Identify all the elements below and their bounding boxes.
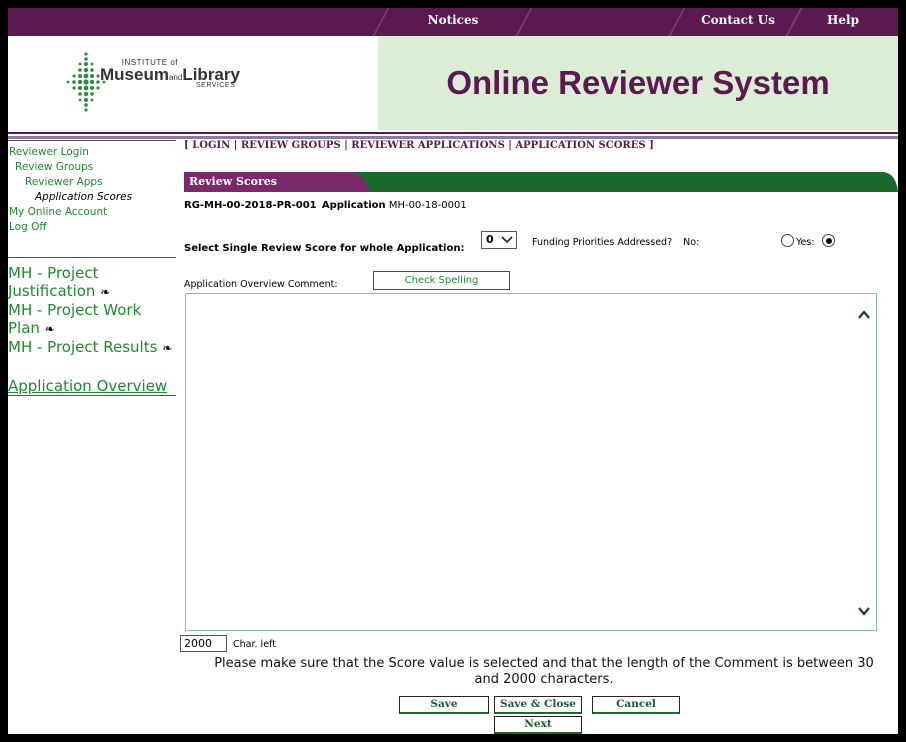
site-header: INSTITUTE of MuseumandLibrary SERVICES O… [8,36,898,130]
sidebar-divider [8,140,176,141]
sidebar-link-my-online-account[interactable]: My Online Account [9,206,176,218]
breadcrumb-application-scores[interactable]: APPLICATION SCORES [515,140,645,151]
chars-left-label: Char. left [233,639,276,650]
scroll-up-icon[interactable] [858,310,870,319]
site-title: Online Reviewer System [446,64,830,101]
section-title: Review Scores [189,175,277,188]
nav-separator [668,8,686,36]
logo-museum-word: Museum [100,65,169,84]
comment-textarea[interactable] [185,293,877,631]
pin-icon: ❧ [162,341,173,355]
breadcrumb-reviewer-applications[interactable]: REVIEWER APPLICATIONS [351,140,505,151]
funding-yes-radio[interactable] [822,234,835,247]
sidebar-link-application-scores[interactable]: Application Scores [35,191,176,203]
chars-left-field: 2000 [180,635,227,652]
sidebar-sections: MH - Project Justification ❧ MH - Projec… [8,264,176,357]
page: Notices Contact Us Help INSTITUTE of Mus… [8,8,898,734]
check-spelling-button[interactable]: Check Spelling [373,271,510,290]
scroll-down-icon[interactable] [858,607,870,616]
pin-icon: ❧ [100,285,111,299]
sidebar-divider [8,395,176,396]
score-select-value: 0 [486,233,494,246]
nav-separator [515,8,533,36]
sidebar-link-reviewer-apps[interactable]: Reviewer Apps [25,176,176,188]
logo-and-word: and [168,73,183,82]
radio-selected-dot [825,237,832,244]
breadcrumb-bracket: [ [184,140,189,151]
sidebar-section-project-justification[interactable]: MH - Project Justification ❧ [8,264,176,301]
nav-tab-help[interactable]: Help [803,8,883,36]
sidebar-link-reviewer-login[interactable]: Reviewer Login [9,146,176,158]
review-group-id: RG-MH-00-2018-PR-001 [184,200,317,211]
title-banner: Online Reviewer System [378,36,898,130]
score-select[interactable]: 0 [481,231,517,249]
section-label: MH - Project Results [8,338,158,356]
nav-tab-contact-us[interactable]: Contact Us [688,8,788,36]
section-label: MH - Project Work Plan [8,301,142,337]
score-row: Select Single Review Score for whole App… [184,236,464,255]
sidebar-section-project-results[interactable]: MH - Project Results ❧ [8,338,176,357]
funding-priorities: Funding Priorities Addressed? No: [532,237,699,248]
pin-icon: ❧ [44,322,55,336]
breadcrumb-review-groups[interactable]: REVIEW GROUPS [241,140,341,151]
section-header-bar [184,172,898,192]
logo-area: INSTITUTE of MuseumandLibrary SERVICES [8,36,378,130]
logo-services-text: SERVICES [196,82,236,89]
score-label: Select Single Review Score for whole App… [184,243,465,254]
funding-no-label: No: [683,237,700,248]
nav-separator [785,8,803,36]
sidebar-section-project-work-plan[interactable]: MH - Project Work Plan ❧ [8,301,176,338]
section-label: MH - Project Justification [8,264,99,300]
breadcrumb-login[interactable]: LOGIN [192,140,230,151]
sidebar-divider [8,257,176,258]
funding-label: Funding Priorities Addressed? [532,237,673,248]
header-divider [8,132,898,139]
validation-notice: Please make sure that the Score value is… [214,656,874,687]
application-id: MH-00-18-0001 [388,200,467,211]
sidebar-link-application-overview[interactable]: Application Overview [8,377,176,395]
nav-separator [372,8,390,36]
top-nav-bar: Notices Contact Us Help [8,8,898,36]
next-button[interactable]: Next [494,716,582,734]
breadcrumb: [ LOGIN | REVIEW GROUPS | REVIEWER APPLI… [184,140,654,151]
sidebar-link-review-groups[interactable]: Review Groups [15,161,176,173]
comment-label: Application Overview Comment: [184,279,338,290]
save-button[interactable]: Save [399,696,489,714]
funding-yes-label: Yes: [796,237,815,248]
funding-no-radio[interactable] [781,234,794,247]
application-line: RG-MH-00-2018-PR-001 Application MH-00-1… [184,200,467,211]
breadcrumb-bracket: ] [649,140,654,151]
sidebar-link-log-off[interactable]: Log Off [9,221,176,233]
save-close-button[interactable]: Save & Close [494,696,582,714]
sidebar: Reviewer Login Review Groups Reviewer Ap… [8,140,176,396]
cancel-button[interactable]: Cancel [592,696,680,714]
application-label: Application [321,200,386,211]
nav-tab-notices[interactable]: Notices [388,8,518,36]
imls-logo-text: INSTITUTE of MuseumandLibrary SERVICES [100,58,240,89]
chevron-down-icon [501,236,513,244]
